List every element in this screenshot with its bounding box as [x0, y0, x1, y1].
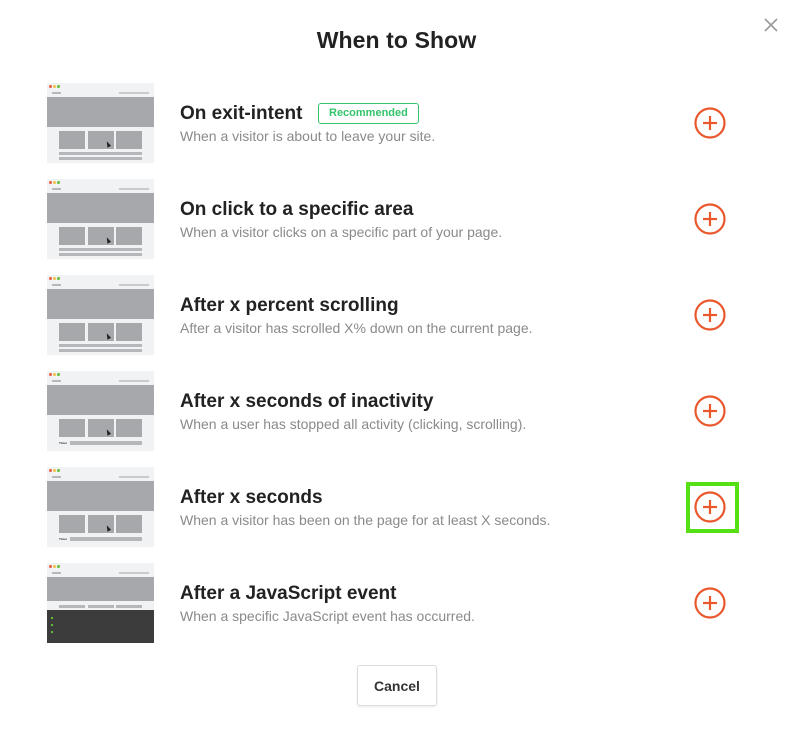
plus-circle-icon: [694, 107, 726, 139]
option-click-area[interactable]: On click to a specific area When a visit…: [0, 179, 793, 259]
option-inactivity[interactable]: Timer After x seconds of inactivity When…: [0, 371, 793, 451]
thumbnail-timer-label: Timer: [59, 441, 68, 445]
plus-circle-icon: [694, 203, 726, 235]
add-inactivity-button[interactable]: [694, 395, 726, 427]
inactivity-thumbnail: Timer: [47, 371, 154, 451]
modal-title: When to Show: [316, 27, 477, 53]
option-title: After x seconds of inactivity: [180, 391, 434, 412]
option-description: When a visitor is about to leave your si…: [180, 128, 436, 144]
option-description: When a visitor has been on the page for …: [180, 512, 551, 528]
cancel-button[interactable]: Cancel: [357, 665, 437, 706]
option-description: When a user has stopped all activity (cl…: [180, 416, 527, 432]
option-x-seconds[interactable]: Timer After x seconds When a visitor has…: [0, 467, 793, 547]
add-click-area-button[interactable]: [694, 203, 726, 235]
exit-intent-thumbnail: [47, 83, 154, 163]
plus-circle-icon: [694, 299, 726, 331]
javascript-event-thumbnail: [47, 563, 154, 643]
plus-circle-icon: [694, 395, 726, 427]
plus-circle-icon: [694, 491, 726, 523]
thumbnail-timer-label: Timer: [59, 537, 68, 541]
option-description: When a visitor clicks on a specific part…: [180, 224, 503, 240]
option-description: After a visitor has scrolled X% down on …: [180, 320, 533, 336]
option-exit-intent[interactable]: On exit-intent Recommended When a visito…: [0, 83, 793, 163]
percent-scrolling-thumbnail: [47, 275, 154, 355]
option-percent-scrolling[interactable]: After x percent scrolling After a visito…: [0, 275, 793, 355]
option-title: After a JavaScript event: [180, 583, 397, 604]
console-panel: [47, 610, 154, 643]
x-seconds-thumbnail: Timer: [47, 467, 154, 547]
option-javascript-event[interactable]: After a JavaScript event When a specific…: [0, 563, 793, 643]
option-title: On exit-intent: [180, 103, 303, 124]
recommended-badge: Recommended: [318, 103, 419, 124]
plus-circle-icon: [694, 587, 726, 619]
click-area-thumbnail: [47, 179, 154, 259]
option-title: After x percent scrolling: [180, 295, 399, 316]
add-exit-intent-button[interactable]: [694, 107, 726, 139]
option-title: On click to a specific area: [180, 199, 414, 220]
add-javascript-event-button[interactable]: [694, 587, 726, 619]
add-x-seconds-button[interactable]: [694, 491, 726, 523]
option-description: When a specific JavaScript event has occ…: [180, 608, 475, 624]
option-title: After x seconds: [180, 487, 323, 508]
add-percent-scrolling-button[interactable]: [694, 299, 726, 331]
